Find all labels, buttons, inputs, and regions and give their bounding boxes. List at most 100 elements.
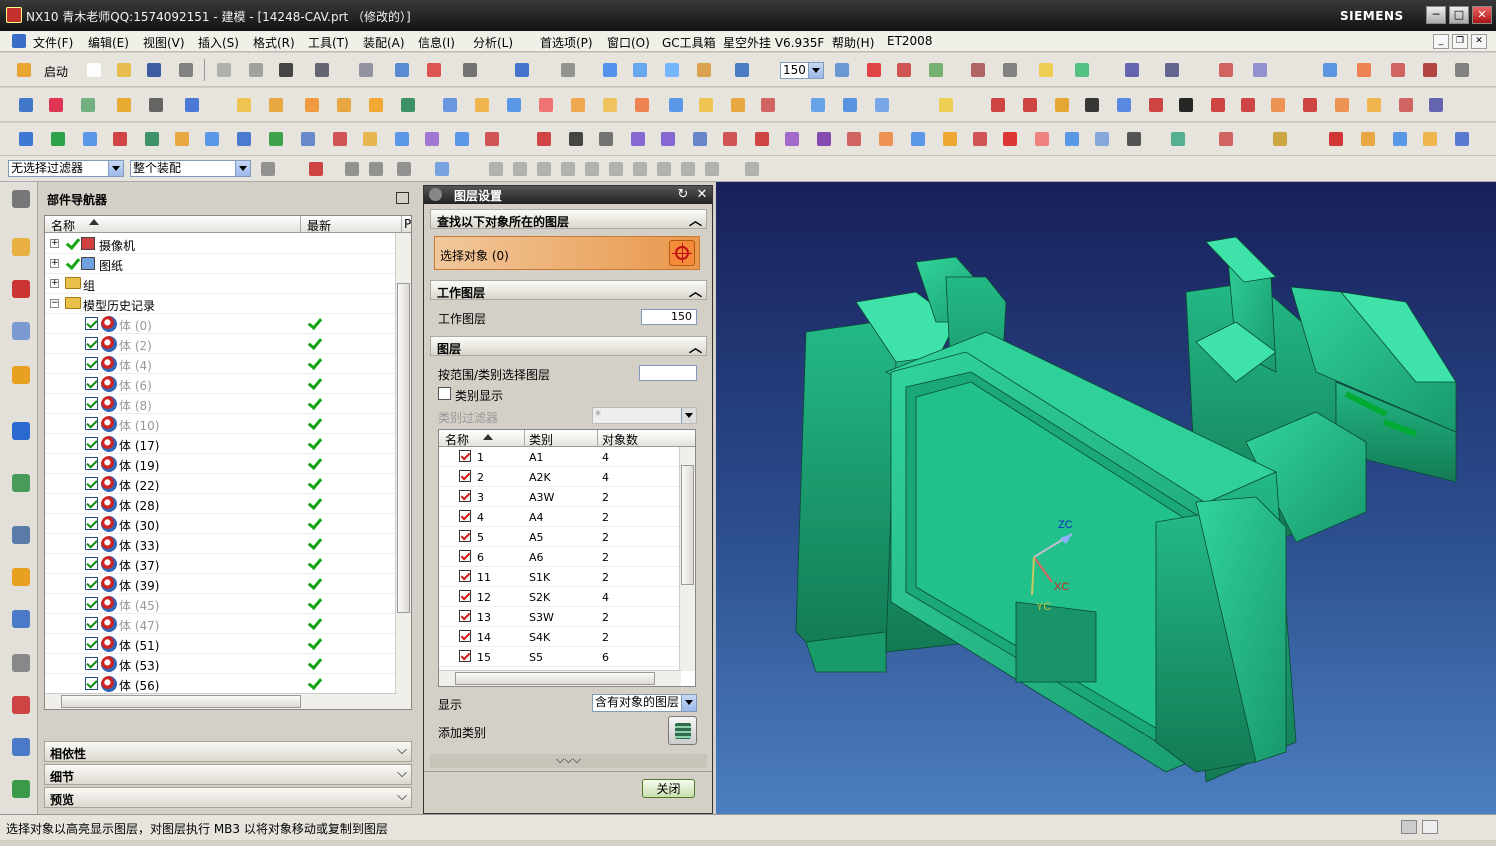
system-materials-icon[interactable] — [8, 564, 34, 590]
chevron-down-icon[interactable] — [681, 408, 696, 423]
fit-view-icon[interactable] — [510, 58, 534, 82]
status-icon-2[interactable] — [1422, 820, 1438, 834]
sketch-icon[interactable] — [14, 93, 38, 117]
col-extra-header[interactable]: P — [404, 217, 411, 231]
mold-csys-icon[interactable] — [46, 127, 70, 151]
mesh-surface-icon[interactable] — [838, 93, 862, 117]
intersect-curve-icon[interactable] — [1266, 93, 1290, 117]
camera-node[interactable]: + 摄像机 — [45, 234, 397, 254]
color-icon[interactable] — [1324, 127, 1348, 151]
layer-list-vscroll[interactable] — [679, 447, 695, 671]
work-layer-input[interactable]: 150 — [641, 309, 697, 325]
drawing-icon[interactable] — [718, 127, 742, 151]
layer-visible-checkbox[interactable] — [459, 550, 471, 562]
visibility-checkbox[interactable] — [85, 617, 98, 630]
bom-icon[interactable] — [688, 127, 712, 151]
feature-icon[interactable] — [76, 93, 100, 117]
system-scene-icon[interactable] — [8, 734, 34, 760]
boss-icon[interactable] — [264, 93, 288, 117]
history-item[interactable]: 体 (2) — [45, 334, 397, 354]
snap-tangent-icon[interactable] — [604, 157, 628, 181]
layer-row[interactable]: 4 A4 2 — [439, 507, 681, 527]
col-latest-header[interactable]: 最新 — [307, 217, 331, 234]
layer-row[interactable]: 2 A2K 4 — [439, 467, 681, 487]
history-item[interactable]: 体 (22) — [45, 474, 397, 494]
project-curve-icon[interactable] — [1236, 93, 1260, 117]
visibility-checkbox[interactable] — [85, 597, 98, 610]
col-name-header[interactable]: 名称 — [51, 217, 75, 234]
navigator-restore-icon[interactable] — [396, 192, 409, 204]
layer-row[interactable]: 1 A1 4 — [439, 447, 681, 467]
select-feature-icon[interactable] — [304, 157, 328, 181]
assembly-icon[interactable] — [1318, 58, 1342, 82]
history-item[interactable]: 体 (53) — [45, 654, 397, 674]
select-region-icon[interactable] — [392, 157, 416, 181]
new-file-icon[interactable] — [82, 58, 106, 82]
point-icon[interactable] — [966, 58, 990, 82]
texture-icon[interactable] — [1450, 127, 1474, 151]
layer-visible-checkbox[interactable] — [459, 610, 471, 622]
assembly-navigator-icon[interactable] — [8, 234, 34, 260]
parting-icon[interactable] — [200, 127, 224, 151]
replace-face-icon[interactable] — [726, 93, 750, 117]
layer-visible-checkbox[interactable] — [459, 590, 471, 602]
edit-object-icon[interactable] — [1034, 58, 1058, 82]
undo-icon[interactable] — [310, 58, 334, 82]
shell-icon[interactable] — [598, 93, 622, 117]
visibility-checkbox[interactable] — [85, 477, 98, 490]
history-item[interactable]: 体 (10) — [45, 414, 397, 434]
history-item[interactable]: 体 (47) — [45, 614, 397, 634]
history-item[interactable]: 体 (56) — [45, 674, 397, 694]
snap-grid-icon[interactable] — [740, 157, 764, 181]
visibility-checkbox[interactable] — [85, 357, 98, 370]
offset-curve-icon[interactable] — [1206, 93, 1230, 117]
blend-icon[interactable] — [502, 93, 526, 117]
history-item[interactable]: 体 (39) — [45, 574, 397, 594]
save-icon[interactable] — [142, 58, 166, 82]
layer-list[interactable]: 名称 类别 对象数 1 A1 4 2 A2K 4 3 A3W 2 4 A4 2 5 A5 2 6 A6 2 11 S1… — [438, 429, 696, 687]
roles-icon[interactable] — [8, 692, 34, 718]
slider-icon[interactable] — [358, 127, 382, 151]
divide-curve-icon[interactable] — [1394, 93, 1418, 117]
visibility-checkbox[interactable] — [85, 637, 98, 650]
visibility-checkbox[interactable] — [85, 577, 98, 590]
layer-col-count[interactable]: 对象数 — [602, 431, 638, 448]
menu-assembly[interactable]: 装配(A) — [363, 34, 405, 51]
history-item[interactable]: 体 (4) — [45, 354, 397, 374]
tools-icon[interactable] — [1450, 58, 1474, 82]
mdi-restore-button[interactable]: ❐ — [1452, 34, 1468, 49]
layers-group[interactable]: 图层 ︿ — [430, 336, 707, 356]
join-curve-icon[interactable] — [1330, 93, 1354, 117]
component-icon[interactable] — [1352, 58, 1376, 82]
measure-angle-icon[interactable] — [1160, 58, 1184, 82]
layer-row[interactable]: 5 A5 2 — [439, 527, 681, 547]
subtract-icon[interactable] — [396, 93, 420, 117]
layer-row[interactable]: 15 S5 6 — [439, 647, 681, 667]
reuse-library-icon[interactable] — [8, 362, 34, 388]
expand-icon[interactable]: + — [50, 279, 59, 288]
light-icon[interactable] — [1418, 127, 1442, 151]
layer-visible-checkbox[interactable] — [459, 530, 471, 542]
chevron-down-icon[interactable]: ⌵ — [397, 766, 407, 781]
snap-face-icon[interactable] — [700, 157, 724, 181]
select-face-icon[interactable] — [364, 157, 388, 181]
spline-icon[interactable] — [1112, 93, 1136, 117]
view-manager-icon[interactable] — [780, 127, 804, 151]
move-object-icon[interactable] — [1070, 58, 1094, 82]
menu-preferences[interactable]: 首选项(P) — [540, 34, 593, 51]
more-options-chevron-icon[interactable]: ⌵⌵⌵ — [430, 754, 707, 768]
visibility-checkbox[interactable] — [85, 557, 98, 570]
ejector-post-icon[interactable] — [328, 127, 352, 151]
chevron-down-icon[interactable] — [235, 161, 250, 176]
display-select[interactable]: 含有对象的图层 — [592, 694, 697, 712]
measure-distance-icon[interactable] — [1120, 58, 1144, 82]
menu-file[interactable]: 文件(F) — [33, 34, 73, 51]
drawing-node[interactable]: + 图纸 — [45, 254, 397, 274]
close-button[interactable]: ✕ — [1472, 6, 1492, 24]
shrink-icon[interactable] — [78, 127, 102, 151]
pad-icon[interactable] — [332, 93, 356, 117]
constraint-navigator-icon[interactable] — [8, 276, 34, 302]
curve-edit-icon[interactable] — [934, 93, 958, 117]
menu-gc-toolbox[interactable]: GC工具箱 — [662, 34, 716, 51]
standard-part-icon[interactable] — [264, 127, 288, 151]
